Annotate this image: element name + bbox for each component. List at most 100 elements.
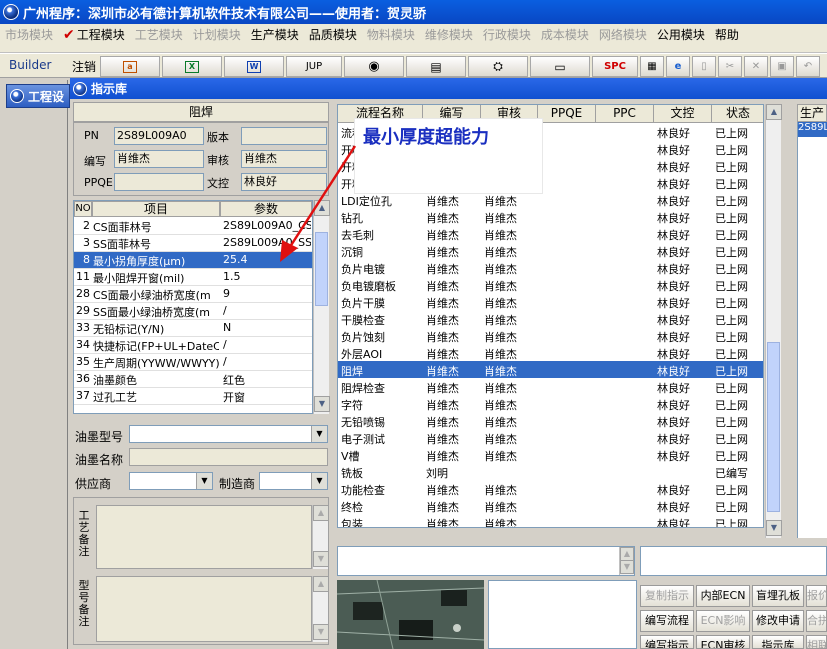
- supplier-combo[interactable]: ▼: [129, 472, 213, 490]
- menu-item-10[interactable]: 网络模块: [594, 26, 652, 43]
- action-button-6[interactable]: 修改申请: [752, 610, 804, 632]
- scroll-down-icon[interactable]: ▼: [313, 551, 329, 567]
- param-row[interactable]: 29 SS面最小绿油桥宽度(m /: [74, 303, 312, 320]
- menu-item-3[interactable]: 计划模块: [188, 26, 246, 43]
- process-row[interactable]: 钻孔 肖维杰 肖维杰 林良好 已上网: [338, 208, 763, 225]
- process-notes-scrollbar[interactable]: ▲ ▼: [312, 505, 329, 569]
- menu-item-12[interactable]: 帮助: [710, 26, 744, 43]
- action-button-11[interactable]: 相联: [806, 635, 827, 649]
- menu-item-7[interactable]: 维修模块: [420, 26, 478, 43]
- spc-button[interactable]: SPC: [592, 56, 638, 77]
- process-list-scrollbar[interactable]: ▲ ▼: [765, 104, 782, 538]
- menu-item-9[interactable]: 成本模块: [536, 26, 594, 43]
- menu-item-11[interactable]: 公用模块: [652, 26, 710, 43]
- builder-label[interactable]: Builder: [9, 58, 51, 72]
- process-row[interactable]: 铣板 刘明 已编写: [338, 463, 763, 480]
- menu-item-5[interactable]: 品质模块: [304, 26, 362, 43]
- pn-field[interactable]: 2S89L009A0: [114, 127, 204, 145]
- logout-button[interactable]: 注销: [72, 58, 96, 75]
- param-row[interactable]: 34 快捷标记(FP+UL+DateCo /: [74, 337, 312, 354]
- chevron-down-icon[interactable]: ▼: [311, 426, 327, 442]
- eye-button[interactable]: ◉: [344, 56, 404, 77]
- process-list-header-cell[interactable]: PPQE: [538, 105, 596, 123]
- scroll-down-icon[interactable]: ▼: [314, 396, 330, 412]
- model-notes-field[interactable]: [96, 576, 312, 642]
- process-row[interactable]: 沉铜 肖维杰 肖维杰 林良好 已上网: [338, 242, 763, 259]
- scroll-up-icon[interactable]: ▲: [766, 104, 782, 120]
- process-notes-field[interactable]: [96, 505, 312, 569]
- right-panel-header[interactable]: 生产: [797, 104, 827, 122]
- model-notes-scrollbar[interactable]: ▲ ▼: [312, 576, 329, 642]
- action-button-9[interactable]: ECN审核: [696, 635, 750, 649]
- menu-item-2[interactable]: 工艺模块: [130, 26, 188, 43]
- process-row[interactable]: 电子测试 肖维杰 肖维杰 林良好 已上网: [338, 429, 763, 446]
- right-panel-item[interactable]: 2S89L0: [798, 122, 827, 137]
- param-row[interactable]: 35 生产周期(YYWW/WWYY) /: [74, 354, 312, 371]
- maker-combo[interactable]: ▼: [259, 472, 328, 490]
- cut-button[interactable]: ✂: [718, 56, 742, 77]
- scroll-up-icon[interactable]: ▲: [620, 547, 634, 561]
- action-button-8[interactable]: 编写指示: [640, 635, 694, 649]
- calendar-button[interactable]: ▦: [640, 56, 664, 77]
- jup-button[interactable]: JUP: [286, 56, 342, 77]
- ppqe-field[interactable]: [114, 173, 204, 191]
- delete-button[interactable]: ✕: [744, 56, 768, 77]
- engineering-window-button[interactable]: 工程设: [6, 84, 70, 108]
- action-button-0[interactable]: 复制指示: [640, 585, 694, 607]
- writer-field[interactable]: 肖维杰: [114, 150, 204, 168]
- param-row[interactable]: 33 无铅标记(Y/N) N: [74, 320, 312, 337]
- menu-item-8[interactable]: 行政模块: [478, 26, 536, 43]
- process-list-header-cell[interactable]: 状态: [712, 105, 763, 123]
- menu-item-1[interactable]: ✔ 工程模块: [58, 26, 130, 43]
- menu-item-4[interactable]: 生产模块: [246, 26, 304, 43]
- process-row[interactable]: 去毛刺 肖维杰 肖维杰 林良好 已上网: [338, 225, 763, 242]
- param-header-no[interactable]: NO: [74, 201, 92, 217]
- process-row[interactable]: 阻焊检查 肖维杰 肖维杰 林良好 已上网: [338, 378, 763, 395]
- computer-button[interactable]: ▭: [530, 56, 590, 77]
- excel-button[interactable]: X: [162, 56, 222, 77]
- action-button-5[interactable]: ECN影响: [696, 610, 750, 632]
- remark-scrollbar[interactable]: ▲ ▼: [619, 547, 634, 575]
- chevron-down-icon[interactable]: ▼: [196, 473, 212, 489]
- ink-name-field[interactable]: [129, 448, 328, 466]
- scroll-down-icon[interactable]: ▼: [766, 520, 782, 536]
- process-row[interactable]: 包装 肖维杰 肖维杰 林良好 已上网: [338, 514, 763, 527]
- process-row[interactable]: 负电镀磨板 肖维杰 肖维杰 林良好 已上网: [338, 276, 763, 293]
- ie-button[interactable]: e: [666, 56, 690, 77]
- remark-input[interactable]: [337, 546, 635, 576]
- action-button-3[interactable]: 报价: [806, 585, 827, 607]
- param-row[interactable]: 36 油墨颜色 红色: [74, 371, 312, 388]
- process-row[interactable]: 字符 肖维杰 肖维杰 林良好 已上网: [338, 395, 763, 412]
- scroll-up-icon[interactable]: ▲: [313, 576, 329, 592]
- remark-input-2[interactable]: [640, 546, 827, 576]
- action-button-10[interactable]: 指示库: [752, 635, 804, 649]
- process-list-scroll-thumb[interactable]: [767, 342, 780, 512]
- process-row[interactable]: 阻焊 肖维杰 肖维杰 林良好 已上网: [338, 361, 763, 378]
- process-row[interactable]: 终检 肖维杰 肖维杰 林良好 已上网: [338, 497, 763, 514]
- word-button[interactable]: W: [224, 56, 284, 77]
- scroll-down-icon[interactable]: ▼: [313, 624, 329, 640]
- action-button-2[interactable]: 盲埋孔板: [752, 585, 804, 607]
- action-button-4[interactable]: 编写流程: [640, 610, 694, 632]
- action-button-1[interactable]: 内部ECN: [696, 585, 750, 607]
- save-button[interactable]: ▣: [770, 56, 794, 77]
- process-row[interactable]: 负片干膜 肖维杰 肖维杰 林良好 已上网: [338, 293, 763, 310]
- param-row[interactable]: 28 CS面最小绿油桥宽度(m 9: [74, 286, 312, 303]
- report-button[interactable]: a: [100, 56, 160, 77]
- process-list-header-cell[interactable]: 文控: [654, 105, 712, 123]
- chevron-down-icon[interactable]: ▼: [311, 473, 327, 489]
- new-button[interactable]: ▯: [692, 56, 716, 77]
- scroll-down-icon[interactable]: ▼: [620, 560, 634, 574]
- process-row[interactable]: 负片电镀 肖维杰 肖维杰 林良好 已上网: [338, 259, 763, 276]
- scroll-up-icon[interactable]: ▲: [313, 505, 329, 521]
- menu-item-6[interactable]: 物料模块: [362, 26, 420, 43]
- process-row[interactable]: 无铅喷锡 肖维杰 肖维杰 林良好 已上网: [338, 412, 763, 429]
- process-row[interactable]: 干膜检查 肖维杰 肖维杰 林良好 已上网: [338, 310, 763, 327]
- ink-model-combo[interactable]: ▼: [129, 425, 328, 443]
- process-row[interactable]: 负片蚀刻 肖维杰 肖维杰 林良好 已上网: [338, 327, 763, 344]
- network-button[interactable]: ⛭: [468, 56, 528, 77]
- param-row[interactable]: 11 最小阻焊开窗(mil) 1.5: [74, 269, 312, 286]
- process-row[interactable]: V槽 肖维杰 肖维杰 林良好 已上网: [338, 446, 763, 463]
- process-row[interactable]: 外层AOI 肖维杰 肖维杰 林良好 已上网: [338, 344, 763, 361]
- database-button[interactable]: ▤: [406, 56, 466, 77]
